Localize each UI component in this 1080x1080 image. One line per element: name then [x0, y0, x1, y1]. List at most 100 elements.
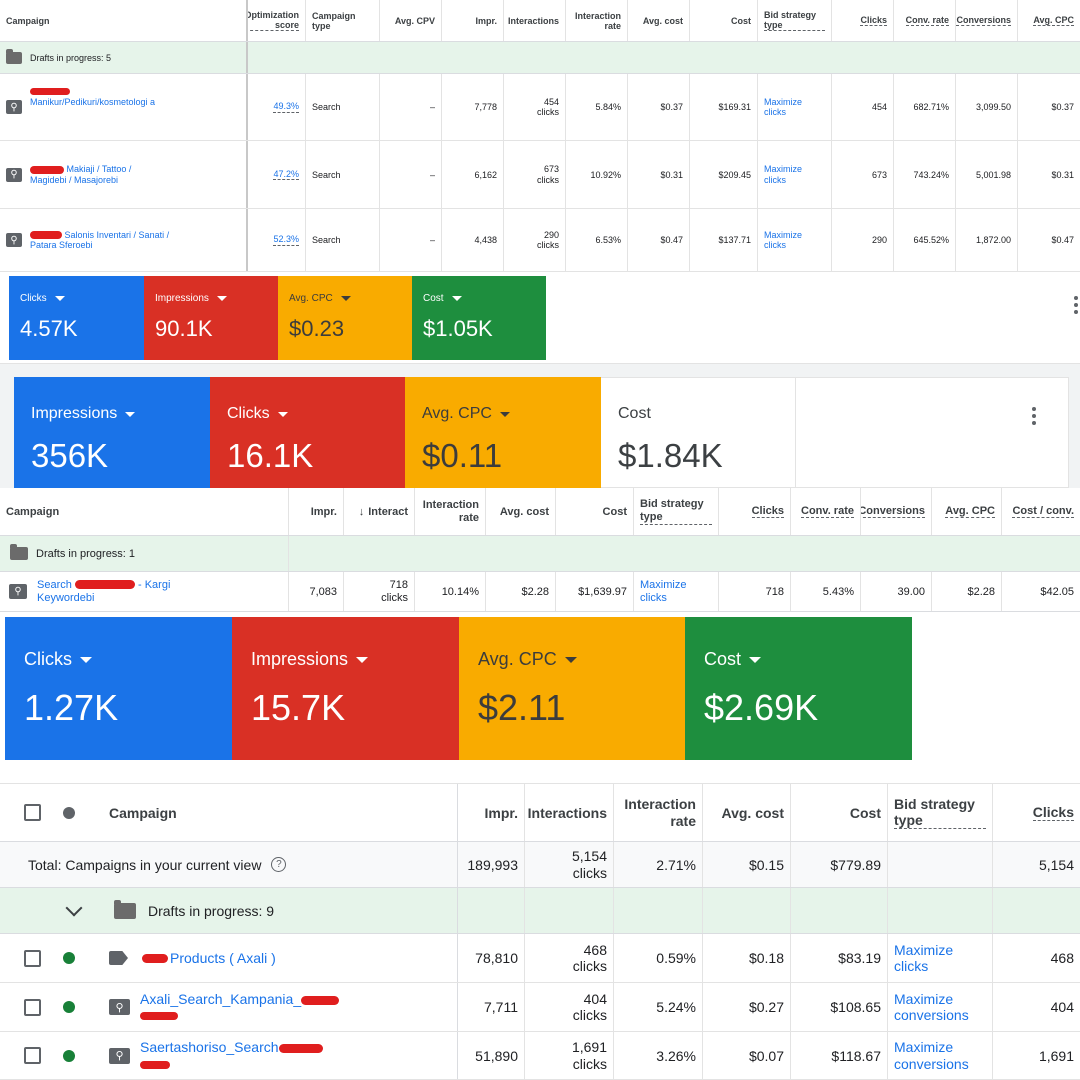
bid-strategy-line2[interactable]: clicks: [764, 240, 802, 250]
bid-strategy-line2[interactable]: conversions: [894, 1056, 969, 1072]
col-campaign[interactable]: Campaign: [0, 488, 289, 535]
metric-card-avg-cpc[interactable]: Avg. CPC $2.11: [459, 617, 685, 760]
drafts-row[interactable]: Drafts in progress: 5: [0, 42, 1080, 74]
bid-strategy-line1[interactable]: Maximize: [764, 230, 802, 240]
col-campaign[interactable]: Campaign: [0, 0, 248, 41]
col-cost[interactable]: Cost: [556, 488, 634, 535]
metric-card-cost[interactable]: Cost $2.69K: [685, 617, 912, 760]
table-row[interactable]: Products ( Axali ) 78,810 468 clicks 0.59…: [0, 934, 1080, 983]
col-cost[interactable]: Cost: [791, 784, 888, 841]
col-interaction-rate[interactable]: Interaction rate: [614, 784, 703, 841]
optimization-score[interactable]: 49.3%: [273, 101, 299, 113]
col-conv-rate[interactable]: Conv. rate: [894, 0, 956, 41]
select-all-checkbox[interactable]: [24, 804, 41, 821]
optimization-score[interactable]: 47.2%: [273, 169, 299, 181]
table-row[interactable]: ⚲ Manikur/Pedikuri/kosmetologi a 49.3% S…: [0, 74, 1080, 141]
col-conversions[interactable]: Conversions: [861, 488, 932, 535]
table-header: Campaign Impr. Interactions Interaction …: [0, 784, 1080, 842]
metric-card-impressions[interactable]: Impressions 90.1K: [144, 276, 278, 360]
metric-card-impressions[interactable]: Impressions 15.7K: [232, 617, 459, 760]
header-label: Clicks: [1032, 803, 1074, 822]
row-checkbox[interactable]: [24, 998, 41, 1016]
bid-strategy-line1[interactable]: Maximize: [894, 942, 953, 958]
col-interactions[interactable]: Interactions: [525, 784, 614, 841]
campaign-type: Search: [306, 141, 380, 208]
metric-card-impressions[interactable]: Impressions 356K: [14, 377, 210, 488]
bid-strategy-line2[interactable]: clicks: [764, 107, 802, 117]
campaign-cell: ⚲ Manikur/Pedikuri/kosmetologi a: [0, 74, 248, 140]
row-checkbox[interactable]: [24, 949, 41, 967]
col-avg-cpc[interactable]: Avg. CPC: [1018, 0, 1080, 41]
campaign-link[interactable]: Search: [37, 579, 72, 591]
bid-strategy-line1[interactable]: Maximize: [894, 991, 969, 1007]
dropdown-caret-icon: [451, 296, 462, 301]
campaign-link-part[interactable]: Keywordebi: [37, 592, 170, 605]
col-avg-cpv[interactable]: Avg. CPV: [380, 0, 442, 41]
table-row[interactable]: ⚲ Axali_Search_Kampania_ 7,711 404 clicks…: [0, 983, 1080, 1032]
col-clicks[interactable]: Clicks: [832, 0, 894, 41]
metric-card-clicks[interactable]: Clicks 1.27K: [5, 617, 232, 760]
chevron-down-icon[interactable]: [65, 899, 83, 916]
metric-card-clicks[interactable]: Clicks 4.57K: [9, 276, 144, 360]
table-row[interactable]: ⚲ Search - Kargi Keywordebi 7,083 718 cli…: [0, 572, 1080, 611]
header-label: Interaction rate: [422, 498, 479, 524]
table-row[interactable]: ⚲ Saertashoriso_Search 51,890 1,691 click…: [0, 1032, 1080, 1080]
col-interaction-rate[interactable]: Interaction rate: [415, 488, 486, 535]
metric-card-cost[interactable]: Cost $1.84K: [601, 377, 796, 488]
more-vert-icon[interactable]: [1032, 407, 1036, 425]
cost: $1,639.97: [556, 572, 634, 611]
bid-strategy-line1[interactable]: Maximize: [894, 1039, 969, 1055]
bid-strategy-line2[interactable]: clicks: [764, 175, 802, 185]
table-row[interactable]: ⚲ Makiaji / Tattoo / Magidebi / Masajore…: [0, 141, 1080, 209]
col-interactions[interactable]: Interactions: [504, 0, 566, 41]
metric-card-cost[interactable]: Cost $1.05K: [412, 276, 546, 360]
col-interactions[interactable]: ↓ Interact: [344, 488, 415, 535]
bid-strategy-line2[interactable]: conversions: [894, 1007, 969, 1023]
col-avg-cost[interactable]: Avg. cost: [486, 488, 556, 535]
metric-card-avg-cpc[interactable]: Avg. CPC $0.11: [405, 377, 601, 488]
col-cost-per-conv[interactable]: Cost / conv.: [1002, 488, 1080, 535]
col-avg-cost[interactable]: Avg. cost: [703, 784, 791, 841]
more-vert-icon[interactable]: [1074, 296, 1078, 314]
campaign-link[interactable]: Axali_Search_Kampania_: [140, 991, 301, 1007]
bid-strategy-line1[interactable]: Maximize: [764, 97, 802, 107]
bid-strategy-line2[interactable]: clicks: [640, 592, 686, 605]
header-label: Cost: [849, 804, 881, 821]
col-conversions[interactable]: Conversions: [956, 0, 1018, 41]
col-impr[interactable]: Impr.: [289, 488, 344, 535]
col-campaign-type[interactable]: Campaign type: [306, 0, 380, 41]
col-conv-rate[interactable]: Conv. rate: [791, 488, 861, 535]
col-impr[interactable]: Impr.: [458, 784, 525, 841]
drafts-row[interactable]: Drafts in progress: 9: [0, 888, 1080, 934]
col-bid-strategy-type[interactable]: Bid strategy type: [758, 0, 832, 41]
col-impr[interactable]: Impr.: [442, 0, 504, 41]
col-bid-strategy-type[interactable]: Bid strategy type: [634, 488, 719, 535]
row-checkbox[interactable]: [24, 1047, 41, 1064]
campaign-link[interactable]: Saertashoriso_Search: [140, 1039, 279, 1055]
campaign-link[interactable]: Products ( Axali ): [170, 950, 276, 966]
col-bid-strategy-type[interactable]: Bid strategy type: [888, 784, 993, 841]
bid-strategy-line1[interactable]: Maximize: [640, 579, 686, 592]
col-optimization-score[interactable]: Optimization score: [248, 0, 306, 41]
bid-strategy-line2[interactable]: clicks: [894, 958, 953, 974]
bid-cell: Maximize clicks: [758, 74, 832, 140]
table-row[interactable]: ⚲ Salonis Inventari / Sanati / Patara Sf…: [0, 209, 1080, 272]
campaign-link[interactable]: Manikur/Pedikuri/kosmetologi a: [30, 97, 155, 107]
col-interaction-rate[interactable]: Interaction rate: [566, 0, 628, 41]
total-interactions-cell: 5,154 clicks: [525, 842, 614, 887]
metric-card-clicks[interactable]: Clicks 16.1K: [210, 377, 405, 488]
col-avg-cpc[interactable]: Avg. CPC: [932, 488, 1002, 535]
header-label[interactable]: Campaign: [109, 805, 177, 821]
help-circle-icon[interactable]: ?: [271, 857, 287, 872]
optimization-score[interactable]: 52.3%: [273, 234, 299, 246]
col-avg-cost[interactable]: Avg. cost: [628, 0, 690, 41]
col-clicks[interactable]: Clicks: [719, 488, 791, 535]
campaign-cell: ⚲ Search - Kargi Keywordebi: [0, 572, 289, 611]
metric-card-avg-cpc[interactable]: Avg. CPC $0.23: [278, 276, 412, 360]
campaign-link-part[interactable]: - Kargi: [138, 579, 170, 591]
bid-strategy-line1[interactable]: Maximize: [764, 164, 802, 174]
col-cost[interactable]: Cost: [690, 0, 758, 41]
col-clicks[interactable]: Clicks: [993, 784, 1080, 841]
drafts-row[interactable]: Drafts in progress: 1: [0, 536, 1080, 572]
drafts-cell: Drafts in progress: 1: [0, 536, 289, 571]
